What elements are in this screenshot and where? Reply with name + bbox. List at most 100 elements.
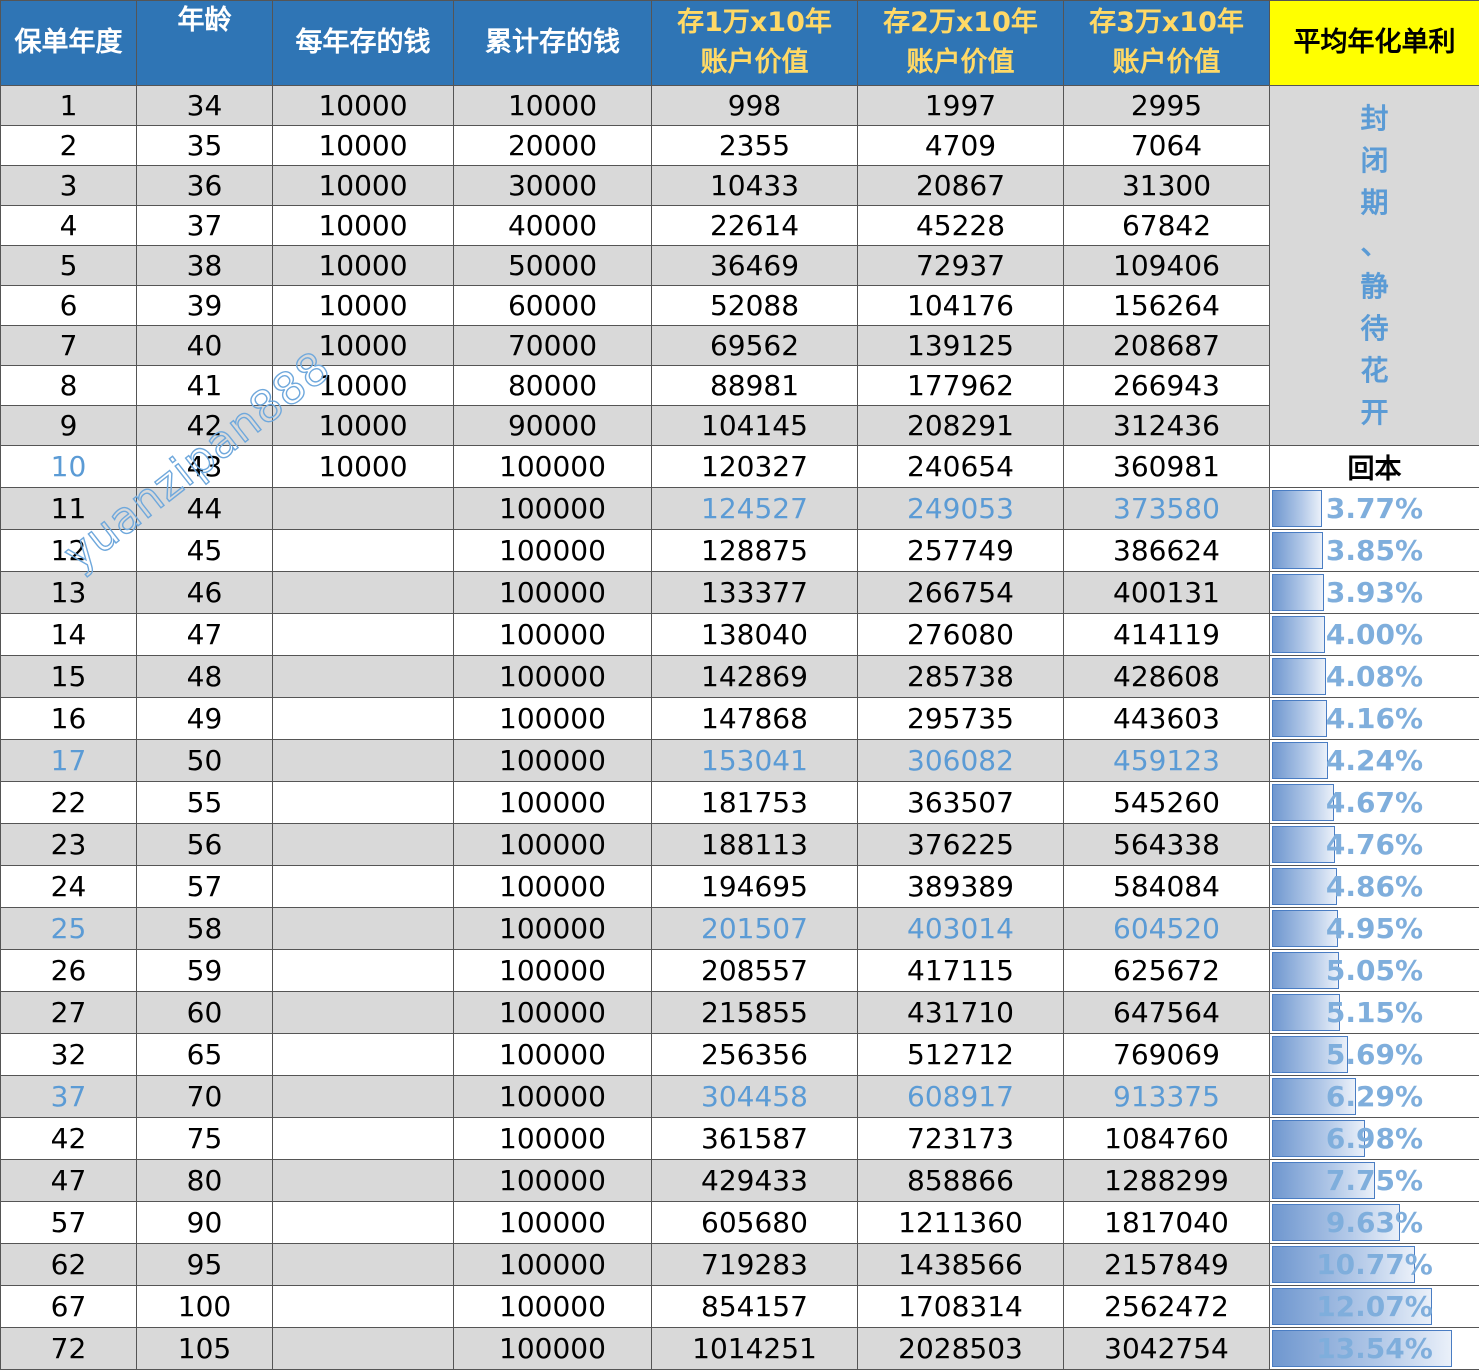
cell-value-1: 201507 <box>652 908 858 950</box>
lockup-note-char: 花 <box>1270 350 1479 392</box>
cell-annual <box>273 1160 454 1202</box>
cell-value-2: 512712 <box>858 1034 1064 1076</box>
cell-value-2: 1997 <box>858 86 1064 126</box>
cell-value-2: 295735 <box>858 698 1064 740</box>
cell-value-1: 147868 <box>652 698 858 740</box>
cell-age: 75 <box>137 1118 273 1160</box>
cell-age: 95 <box>137 1244 273 1286</box>
cell-value-3: 459123 <box>1064 740 1270 782</box>
cell-annual <box>273 1328 454 1370</box>
table-row: 2351000020000235547097064 <box>1 126 1479 166</box>
cell-value-3: 386624 <box>1064 530 1270 572</box>
cell-value-1: 304458 <box>652 1076 858 1118</box>
cell-age: 47 <box>137 614 273 656</box>
cell-annual: 10000 <box>273 206 454 246</box>
cell-annual: 10000 <box>273 286 454 326</box>
table-row: 9421000090000104145208291312436 <box>1 406 1479 446</box>
cell-year: 62 <box>1 1244 137 1286</box>
lockup-note-char: 闭 <box>1270 140 1479 182</box>
cell-value-2: 285738 <box>858 656 1064 698</box>
table-row: 3361000030000104332086731300 <box>1 166 1479 206</box>
cell-age: 36 <box>137 166 273 206</box>
cell-value-3: 156264 <box>1064 286 1270 326</box>
table-row: 23561000001881133762255643384.76% <box>1 824 1479 866</box>
header-value-2: 存2万x10年账户价值 <box>858 1 1064 86</box>
rate-value: 4.67% <box>1326 786 1423 819</box>
cell-value-1: 1014251 <box>652 1328 858 1370</box>
cell-rate: 7.75% <box>1270 1160 1479 1202</box>
cell-annual <box>273 572 454 614</box>
cell-value-3: 584084 <box>1064 866 1270 908</box>
cell-cumulative: 70000 <box>454 326 652 366</box>
cell-rate: 13.54% <box>1270 1328 1479 1370</box>
cell-value-1: 69562 <box>652 326 858 366</box>
cell-value-3: 2995 <box>1064 86 1270 126</box>
cell-year: 22 <box>1 782 137 824</box>
table-row: 27601000002158554317106475645.15% <box>1 992 1479 1034</box>
cell-annual: 10000 <box>273 126 454 166</box>
cell-year: 27 <box>1 992 137 1034</box>
cell-rate: 9.63% <box>1270 1202 1479 1244</box>
cell-value-1: 128875 <box>652 530 858 572</box>
rate-value: 4.76% <box>1326 828 1423 861</box>
rate-value: 12.07% <box>1316 1290 1433 1323</box>
cell-cumulative: 100000 <box>454 740 652 782</box>
cell-value-2: 20867 <box>858 166 1064 206</box>
rate-value: 13.54% <box>1316 1332 1433 1365</box>
cell-value-1: 120327 <box>652 446 858 488</box>
rate-value: 4.24% <box>1326 744 1423 777</box>
cell-annual <box>273 1118 454 1160</box>
cell-value-3: 31300 <box>1064 166 1270 206</box>
cell-annual <box>273 1076 454 1118</box>
cell-cumulative: 100000 <box>454 1328 652 1370</box>
rate-data-bar <box>1272 616 1325 653</box>
cell-year: 11 <box>1 488 137 530</box>
cell-age: 105 <box>137 1328 273 1370</box>
rate-value: 4.08% <box>1326 660 1423 693</box>
lockup-note-char: 封 <box>1270 98 1479 140</box>
cell-age: 43 <box>137 446 273 488</box>
cell-value-1: 998 <box>652 86 858 126</box>
table-row: 7210510000010142512028503304275413.54% <box>1 1328 1479 1370</box>
cell-rate: 4.67% <box>1270 782 1479 824</box>
cell-cumulative: 100000 <box>454 824 652 866</box>
rate-data-bar <box>1272 784 1334 821</box>
cell-value-1: 36469 <box>652 246 858 286</box>
cell-value-3: 604520 <box>1064 908 1270 950</box>
cell-cumulative: 100000 <box>454 572 652 614</box>
cell-value-1: 153041 <box>652 740 858 782</box>
cell-year: 8 <box>1 366 137 406</box>
cell-value-2: 403014 <box>858 908 1064 950</box>
cell-value-1: 133377 <box>652 572 858 614</box>
cell-age: 49 <box>137 698 273 740</box>
cell-cumulative: 100000 <box>454 1034 652 1076</box>
cell-value-2: 417115 <box>858 950 1064 992</box>
cell-year: 4 <box>1 206 137 246</box>
table-row: 104310000100000120327240654360981回本 <box>1 446 1479 488</box>
cell-annual <box>273 740 454 782</box>
cell-age: 58 <box>137 908 273 950</box>
cell-rate: 4.08% <box>1270 656 1479 698</box>
cell-rate: 6.98% <box>1270 1118 1479 1160</box>
cell-annual <box>273 488 454 530</box>
cell-year: 24 <box>1 866 137 908</box>
cell-value-3: 769069 <box>1064 1034 1270 1076</box>
table-row: 26591000002085574171156256725.05% <box>1 950 1479 992</box>
cell-value-3: 400131 <box>1064 572 1270 614</box>
table-row: 134100001000099819972995封闭期、静待花开 <box>1 86 1479 126</box>
cell-value-2: 177962 <box>858 366 1064 406</box>
cell-year: 16 <box>1 698 137 740</box>
cell-cumulative: 60000 <box>454 286 652 326</box>
cell-value-3: 1084760 <box>1064 1118 1270 1160</box>
cell-value-1: 142869 <box>652 656 858 698</box>
cell-age: 57 <box>137 866 273 908</box>
cell-annual <box>273 1286 454 1328</box>
cell-year: 42 <box>1 1118 137 1160</box>
table-row: 37701000003044586089179133756.29% <box>1 1076 1479 1118</box>
cell-value-2: 266754 <box>858 572 1064 614</box>
cell-rate: 5.69% <box>1270 1034 1479 1076</box>
cell-value-1: 88981 <box>652 366 858 406</box>
cell-value-2: 240654 <box>858 446 1064 488</box>
cell-value-2: 858866 <box>858 1160 1064 1202</box>
cell-cumulative: 40000 <box>454 206 652 246</box>
